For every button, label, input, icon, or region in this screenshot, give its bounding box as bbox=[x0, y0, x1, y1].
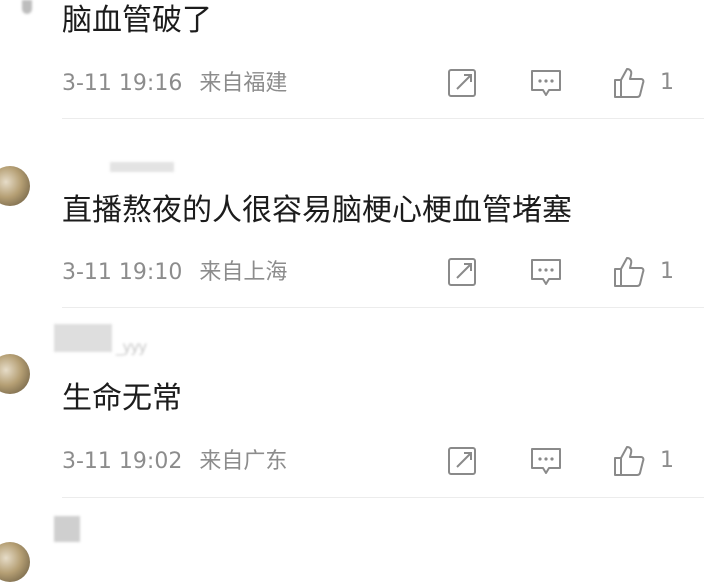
like-count: 1 bbox=[660, 70, 674, 95]
comment-icon[interactable] bbox=[529, 255, 563, 289]
divider bbox=[62, 118, 704, 119]
nickname[interactable]: _yyy bbox=[116, 338, 147, 356]
comment-item: 直播熬夜的人很容易脑梗心梗血管堵塞 3-11 19:10 来自上海 1 bbox=[0, 120, 704, 308]
share-icon[interactable] bbox=[446, 255, 480, 289]
like-count: 1 bbox=[660, 259, 674, 284]
share-icon[interactable] bbox=[446, 444, 480, 478]
avatar-edge bbox=[22, 0, 32, 14]
like-count: 1 bbox=[660, 448, 674, 473]
comment-icon[interactable] bbox=[529, 444, 563, 478]
avatar[interactable] bbox=[0, 542, 30, 582]
thumbs-up-icon[interactable] bbox=[612, 66, 646, 100]
share-icon[interactable] bbox=[446, 66, 480, 100]
comment-item: 脑血管破了 3-11 19:16 来自福建 1 bbox=[0, 0, 704, 120]
comment-item bbox=[0, 498, 704, 582]
comment-icon[interactable] bbox=[529, 66, 563, 100]
nickname-blurred bbox=[54, 516, 80, 542]
thumbs-up-icon[interactable] bbox=[612, 255, 646, 289]
comment-actions: 1 bbox=[0, 255, 704, 291]
comment-actions: 1 bbox=[0, 66, 704, 102]
comment-text: 直播熬夜的人很容易脑梗心梗血管堵塞 bbox=[62, 193, 572, 228]
comment-item: _yyy 生命无常 3-11 19:02 来自广东 1 bbox=[0, 308, 704, 498]
comment-text: 脑血管破了 bbox=[62, 3, 212, 38]
comment-text: 生命无常 bbox=[62, 381, 182, 416]
avatar[interactable] bbox=[0, 166, 30, 206]
thumbs-up-icon[interactable] bbox=[612, 444, 646, 478]
comment-actions: 1 bbox=[0, 444, 704, 480]
nickname-blurred bbox=[54, 324, 112, 352]
nickname-blurred bbox=[110, 162, 174, 172]
avatar[interactable] bbox=[0, 354, 30, 394]
